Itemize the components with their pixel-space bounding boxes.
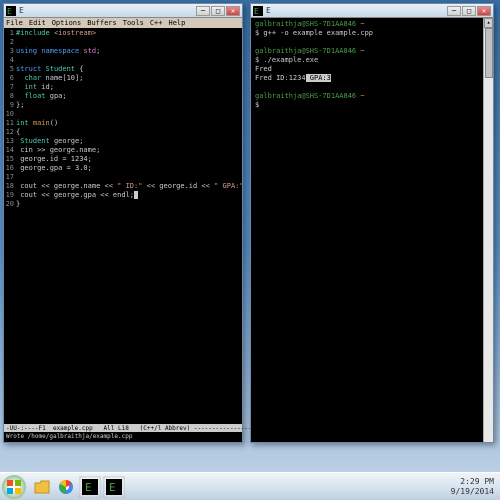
code-line: 13 Student george;	[4, 137, 242, 146]
terminal-line: Fred ID:1234 GPA:3	[255, 74, 489, 83]
terminal-title: E	[266, 6, 271, 15]
menu-c++[interactable]: C++	[150, 19, 163, 27]
svg-text:E: E	[85, 481, 92, 494]
terminal-line	[255, 38, 489, 47]
terminal-line: galbraithja@SHS-7D1AA846 ~$ g++ -o examp…	[255, 20, 489, 38]
taskbar-emacs-1[interactable]: E	[79, 476, 101, 498]
code-line: 8 float gpa;	[4, 92, 242, 101]
taskbar-chrome[interactable]	[55, 476, 77, 498]
menu-file[interactable]: File	[6, 19, 23, 27]
code-area[interactable]: 1#include <iostream>23using namespace st…	[4, 28, 242, 426]
code-line: 15 george.id = 1234;	[4, 155, 242, 164]
taskbar: E E 2:29 PM 9/19/2014	[0, 472, 500, 500]
emacs-icon: E	[6, 6, 16, 16]
editor-window: E E ─ □ ✕ File Edit Options Buffers Tools C++…	[3, 3, 243, 443]
emacs-icon: E	[106, 479, 122, 495]
menu-edit[interactable]: Edit	[29, 19, 46, 27]
scroll-thumb[interactable]	[485, 28, 493, 78]
code-line: 5struct Student {	[4, 65, 242, 74]
clock-time: 2:29 PM	[451, 477, 494, 487]
terminal-icon: E	[253, 6, 263, 16]
terminal-scrollbar[interactable]: ▴	[483, 18, 493, 442]
start-button[interactable]	[2, 475, 26, 499]
code-line: 7 int id;	[4, 83, 242, 92]
editor-window-controls: ─ □ ✕	[196, 6, 240, 16]
svg-text:E: E	[7, 7, 12, 16]
taskbar-emacs-2[interactable]: E	[103, 476, 125, 498]
code-line: 3using namespace std;	[4, 47, 242, 56]
editor-title: E	[19, 6, 24, 15]
code-line: 9};	[4, 101, 242, 110]
code-line: 19 cout << george.gpa << endl;	[4, 191, 242, 200]
editor-minibuffer[interactable]: Wrote /home/galbraithja/example.cpp	[4, 432, 242, 440]
maximize-button[interactable]: □	[211, 6, 225, 16]
menu-options[interactable]: Options	[52, 19, 82, 27]
folder-icon	[34, 480, 50, 494]
editor-menubar: File Edit Options Buffers Tools C++ Help	[4, 18, 242, 28]
scroll-up-button[interactable]: ▴	[484, 18, 493, 28]
minimize-button[interactable]: ─	[447, 6, 461, 16]
code-line: 1#include <iostream>	[4, 29, 242, 38]
maximize-button[interactable]: □	[462, 6, 476, 16]
code-line: 17	[4, 173, 242, 182]
terminal-line	[255, 83, 489, 92]
close-button[interactable]: ✕	[226, 6, 240, 16]
editor-statusbar: -UU-:----F1 example.cpp All L18 (C++/l A…	[4, 424, 242, 432]
code-line: 2	[4, 38, 242, 47]
minimize-button[interactable]: ─	[196, 6, 210, 16]
menu-buffers[interactable]: Buffers	[87, 19, 117, 27]
code-line: 11int main()	[4, 119, 242, 128]
close-button[interactable]: ✕	[477, 6, 491, 16]
system-clock[interactable]: 2:29 PM 9/19/2014	[451, 477, 498, 497]
code-line: 14 cin >> george.name;	[4, 146, 242, 155]
code-line: 16 george.gpa = 3.0;	[4, 164, 242, 173]
code-line: 18 cout << george.name << " ID:" << geor…	[4, 182, 242, 191]
code-line: 6 char name[10];	[4, 74, 242, 83]
code-line: 12{	[4, 128, 242, 137]
code-line: 20}	[4, 200, 242, 209]
windows-logo-icon	[6, 479, 22, 495]
emacs-icon: E	[82, 479, 98, 495]
terminal-line: Fred	[255, 65, 489, 74]
svg-text:E: E	[109, 481, 116, 494]
terminal-line: galbraithja@SHS-7D1AA846 ~$	[255, 92, 489, 110]
taskbar-explorer[interactable]	[31, 476, 53, 498]
terminal-line: galbraithja@SHS-7D1AA846 ~$ ./example.ex…	[255, 47, 489, 65]
svg-text:E: E	[254, 7, 259, 16]
terminal-titlebar[interactable]: E E ─ □ ✕	[251, 4, 493, 18]
menu-tools[interactable]: Tools	[123, 19, 144, 27]
code-line: 10	[4, 110, 242, 119]
terminal-window-controls: ─ □ ✕	[447, 6, 491, 16]
clock-date: 9/19/2014	[451, 487, 494, 497]
code-line: 4	[4, 56, 242, 65]
chrome-icon	[58, 479, 74, 495]
menu-help[interactable]: Help	[168, 19, 185, 27]
terminal-area[interactable]: galbraithja@SHS-7D1AA846 ~$ g++ -o examp…	[251, 18, 493, 442]
editor-titlebar[interactable]: E E ─ □ ✕	[4, 4, 242, 18]
terminal-window: E E ─ □ ✕ galbraithja@SHS-7D1AA846 ~$ g+…	[250, 3, 494, 443]
